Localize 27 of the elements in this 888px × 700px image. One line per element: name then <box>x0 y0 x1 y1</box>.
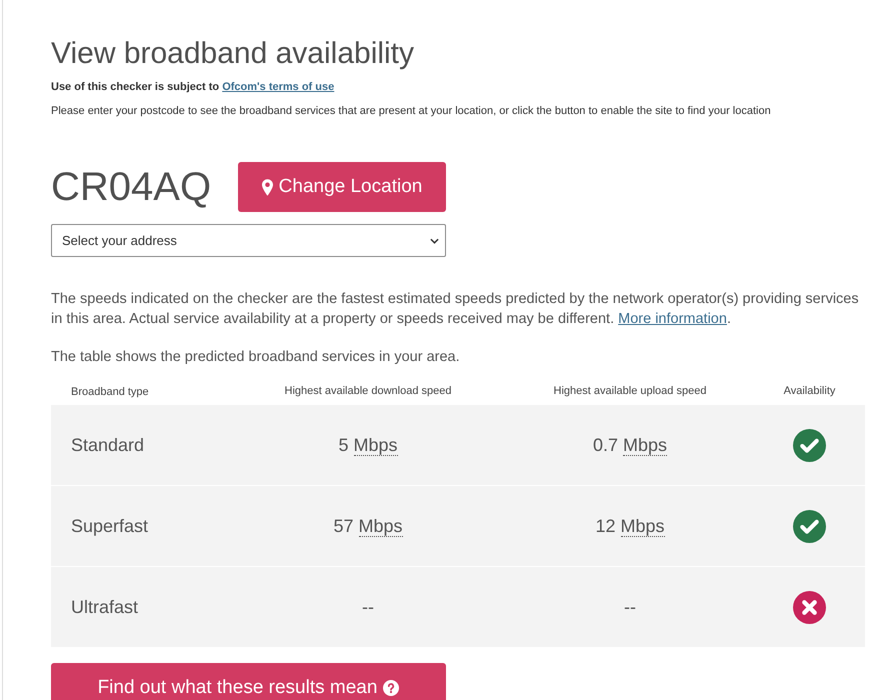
broadband-type: Ultrafast <box>71 596 138 616</box>
postcode-text: CR04AQ <box>51 164 212 210</box>
address-select[interactable]: Select your address <box>51 224 446 257</box>
upload-speed: -- <box>624 596 636 618</box>
change-location-button[interactable]: Change Location <box>238 162 446 212</box>
page-title: View broadband availability <box>51 36 414 72</box>
disclaimer-text: The speeds indicated on the checker are the fastest estimated speeds predicted by the network operator(s) providing services in this area. Actual service availability at a property or speeds received may be different. More information. <box>51 290 860 329</box>
broadband-type: Superfast <box>71 516 148 536</box>
terms-link[interactable]: Ofcom's terms of use <box>222 81 334 93</box>
column-header: Availability <box>784 384 836 399</box>
download-speed: 5 Mbps <box>338 434 398 456</box>
broadband-type: Standard <box>71 434 144 454</box>
terms-notice: Use of this checker is subject to Ofcom's terms of use <box>51 80 334 95</box>
map-pin-icon <box>262 178 273 196</box>
table-intro-text: The table shows the predicted broadband services in your area. <box>51 348 460 367</box>
download-speed: -- <box>362 596 374 618</box>
chevron-down-icon <box>430 238 439 244</box>
instructions-text: Please enter your postcode to see the broadband services that are present at your location, or click the button to enable the site to find your location <box>51 104 771 119</box>
download-speed: 57 Mbps <box>333 515 403 537</box>
results-info-button[interactable]: Find out what these results mean <box>51 663 446 700</box>
column-header: Highest available download speed <box>284 384 452 399</box>
column-header: Broadband type <box>71 386 149 398</box>
upload-speed: 12 Mbps <box>595 515 665 537</box>
upload-speed: 0.7 Mbps <box>592 434 668 456</box>
column-header: Highest available upload speed <box>554 384 706 399</box>
question-circle-icon <box>383 680 400 696</box>
more-information-link[interactable]: More information <box>618 311 727 327</box>
